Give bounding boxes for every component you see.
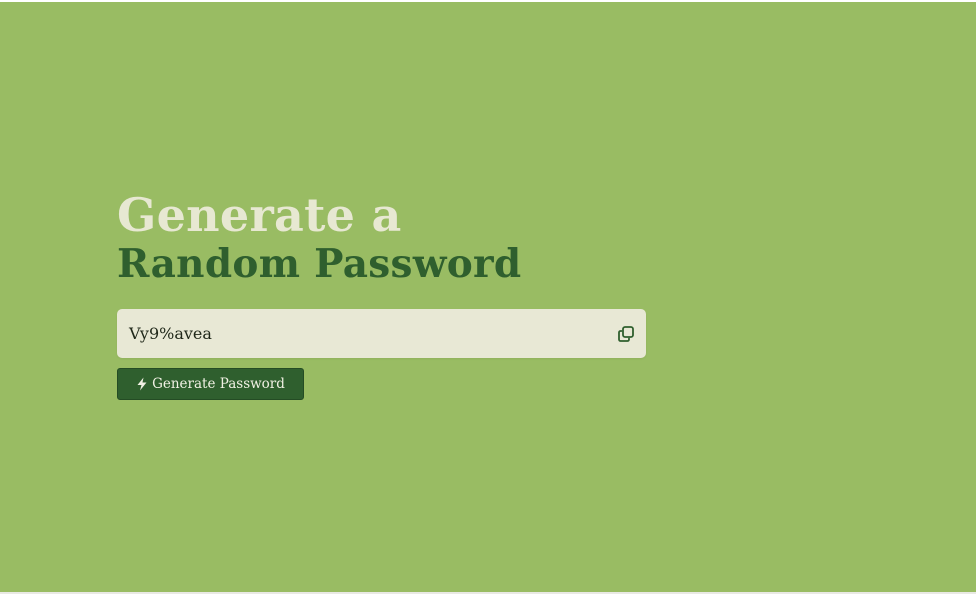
page-background: Generate a Random Password Vy9%avea Gene… bbox=[0, 2, 976, 592]
generate-password-label: Generate Password bbox=[152, 376, 285, 392]
password-value: Vy9%avea bbox=[129, 324, 212, 343]
lightning-bolt-icon bbox=[136, 377, 148, 391]
generate-password-button[interactable]: Generate Password bbox=[117, 368, 304, 400]
copy-icon[interactable] bbox=[616, 324, 636, 344]
title-line-generate: Generate a bbox=[117, 188, 402, 242]
title-line-random-password: Random Password bbox=[117, 241, 522, 287]
password-output-field[interactable]: Vy9%avea bbox=[117, 309, 646, 358]
